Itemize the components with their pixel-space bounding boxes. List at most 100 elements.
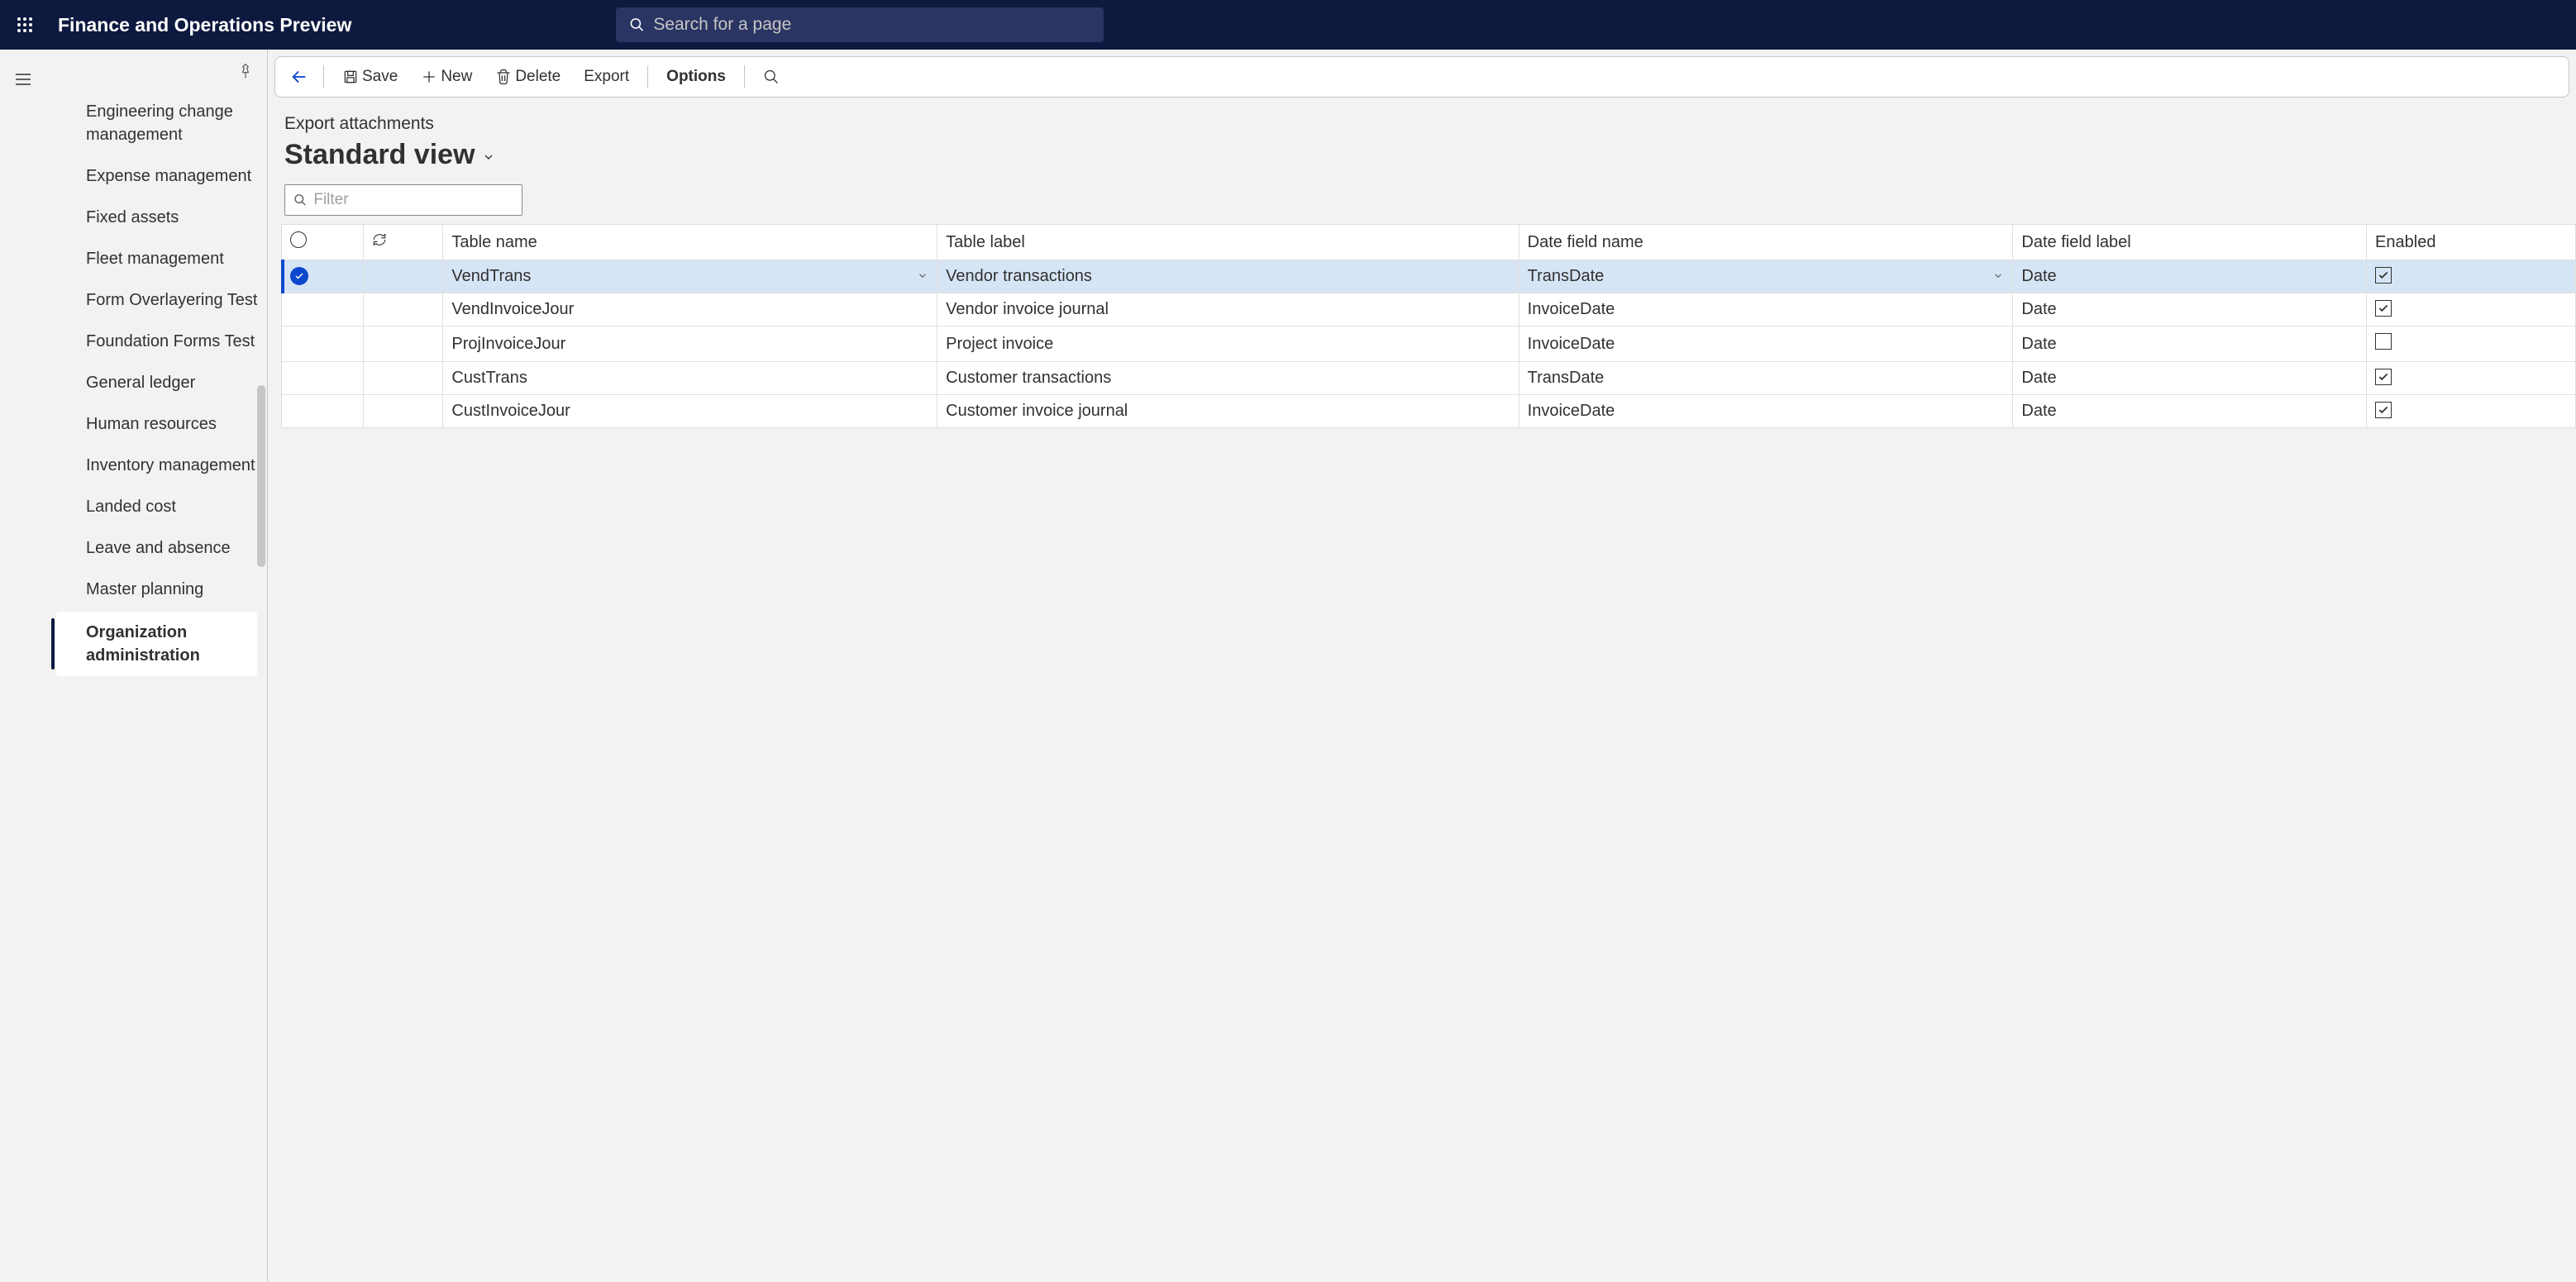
row-refresh-cell[interactable] bbox=[363, 362, 443, 395]
delete-button[interactable]: Delete bbox=[487, 63, 569, 91]
app-title: Finance and Operations Preview bbox=[58, 14, 351, 36]
data-grid[interactable]: Table name Table label Date field name D… bbox=[281, 224, 2576, 428]
export-label: Export bbox=[584, 68, 629, 86]
checkbox[interactable] bbox=[2375, 300, 2392, 317]
save-button[interactable]: Save bbox=[334, 63, 406, 91]
content-area: Save New Delete Export Options bbox=[268, 50, 2576, 1282]
cell-table-label[interactable]: Vendor transactions bbox=[937, 260, 1519, 293]
global-search-input[interactable] bbox=[653, 15, 1090, 35]
cell-date-field-label[interactable]: Date bbox=[2013, 362, 2367, 395]
hamburger-icon[interactable] bbox=[10, 66, 36, 93]
refresh-column-header[interactable] bbox=[363, 225, 443, 260]
export-button[interactable]: Export bbox=[575, 63, 637, 91]
cell-date-field-label[interactable]: Date bbox=[2013, 260, 2367, 293]
module-item[interactable]: Landed cost bbox=[46, 486, 267, 527]
cell-enabled[interactable] bbox=[2367, 326, 2576, 362]
global-search[interactable] bbox=[616, 7, 1104, 42]
checkbox[interactable] bbox=[2375, 267, 2392, 284]
cell-date-field-name[interactable]: InvoiceDate bbox=[1519, 293, 2013, 326]
cell-enabled[interactable] bbox=[2367, 260, 2576, 293]
chevron-down-icon[interactable] bbox=[1992, 267, 2004, 286]
cell-enabled[interactable] bbox=[2367, 395, 2576, 428]
cell-date-field-label[interactable]: Date bbox=[2013, 293, 2367, 326]
cell-date-field-name[interactable]: TransDate bbox=[1519, 362, 2013, 395]
table-row[interactable]: CustInvoiceJourCustomer invoice journalI… bbox=[282, 395, 2576, 428]
row-selector[interactable] bbox=[282, 362, 364, 395]
module-item[interactable]: Engineering change management bbox=[46, 91, 267, 155]
action-pane: Save New Delete Export Options bbox=[274, 56, 2569, 98]
module-item[interactable]: Organization administration bbox=[56, 612, 257, 676]
cell-table-name[interactable]: CustInvoiceJour bbox=[443, 395, 937, 428]
cell-date-field-name[interactable]: InvoiceDate bbox=[1519, 326, 2013, 362]
app-launcher-icon[interactable] bbox=[8, 8, 41, 41]
column-date-field-label[interactable]: Date field label bbox=[2013, 225, 2367, 260]
table-row[interactable]: CustTransCustomer transactionsTransDateD… bbox=[282, 362, 2576, 395]
column-table-label[interactable]: Table label bbox=[937, 225, 1519, 260]
table-row[interactable]: ProjInvoiceJourProject invoiceInvoiceDat… bbox=[282, 326, 2576, 362]
view-selector[interactable]: Standard view bbox=[284, 139, 2559, 171]
grid-header-row: Table name Table label Date field name D… bbox=[282, 225, 2576, 260]
cell-date-field-label[interactable]: Date bbox=[2013, 395, 2367, 428]
options-button[interactable]: Options bbox=[658, 63, 734, 91]
row-selector[interactable] bbox=[282, 326, 364, 362]
cell-table-name[interactable]: ProjInvoiceJour bbox=[443, 326, 937, 362]
column-enabled[interactable]: Enabled bbox=[2367, 225, 2576, 260]
cell-table-name[interactable]: CustTrans bbox=[443, 362, 937, 395]
refresh-icon bbox=[372, 232, 387, 247]
column-table-name[interactable]: Table name bbox=[443, 225, 937, 260]
cell-date-field-name[interactable]: InvoiceDate bbox=[1519, 395, 2013, 428]
module-item[interactable]: Human resources bbox=[46, 403, 267, 445]
cell-date-field-name[interactable]: TransDate bbox=[1519, 260, 2013, 293]
page-caption: Export attachments bbox=[284, 114, 2559, 134]
module-item[interactable]: Form Overlayering Test bbox=[46, 279, 267, 321]
new-button[interactable]: New bbox=[413, 63, 480, 91]
column-date-field-name[interactable]: Date field name bbox=[1519, 225, 2013, 260]
pin-icon[interactable] bbox=[237, 63, 254, 83]
table-row[interactable]: VendInvoiceJourVendor invoice journalInv… bbox=[282, 293, 2576, 326]
cell-date-field-label[interactable]: Date bbox=[2013, 326, 2367, 362]
search-icon bbox=[629, 17, 645, 33]
quick-filter[interactable] bbox=[284, 184, 522, 216]
cell-enabled[interactable] bbox=[2367, 362, 2576, 395]
cell-table-label[interactable]: Project invoice bbox=[937, 326, 1519, 362]
search-icon bbox=[293, 193, 307, 207]
row-refresh-cell[interactable] bbox=[363, 395, 443, 428]
row-refresh-cell[interactable] bbox=[363, 326, 443, 362]
row-refresh-cell[interactable] bbox=[363, 293, 443, 326]
options-label: Options bbox=[666, 68, 726, 86]
module-sidebar: Engineering change managementExpense man… bbox=[46, 50, 268, 1282]
cell-table-label[interactable]: Customer invoice journal bbox=[937, 395, 1519, 428]
checkbox[interactable] bbox=[2375, 402, 2392, 418]
view-title-text: Standard view bbox=[284, 139, 475, 171]
select-all-header[interactable] bbox=[282, 225, 364, 260]
cell-table-label[interactable]: Customer transactions bbox=[937, 362, 1519, 395]
row-selector[interactable] bbox=[282, 395, 364, 428]
find-button[interactable] bbox=[755, 64, 788, 90]
checkbox[interactable] bbox=[2375, 369, 2392, 385]
module-item[interactable]: Foundation Forms Test bbox=[46, 321, 267, 362]
sidebar-scrollbar[interactable] bbox=[257, 385, 265, 567]
cell-table-name[interactable]: VendTrans bbox=[443, 260, 937, 293]
row-selector[interactable] bbox=[282, 293, 364, 326]
nav-rail bbox=[0, 50, 46, 1282]
divider bbox=[647, 65, 648, 88]
checkbox[interactable] bbox=[2375, 333, 2392, 350]
back-button[interactable] bbox=[285, 63, 313, 91]
row-selector[interactable] bbox=[282, 260, 364, 293]
cell-enabled[interactable] bbox=[2367, 293, 2576, 326]
module-item[interactable]: Expense management bbox=[46, 155, 267, 197]
cell-table-name[interactable]: VendInvoiceJour bbox=[443, 293, 937, 326]
module-item[interactable]: Leave and absence bbox=[46, 527, 267, 569]
cell-table-label[interactable]: Vendor invoice journal bbox=[937, 293, 1519, 326]
chevron-down-icon[interactable] bbox=[917, 267, 928, 286]
module-item[interactable]: Master planning bbox=[46, 569, 267, 610]
plus-icon bbox=[421, 69, 437, 85]
filter-input[interactable] bbox=[313, 191, 513, 209]
row-refresh-cell[interactable] bbox=[363, 260, 443, 293]
module-item[interactable]: Inventory management bbox=[46, 445, 267, 486]
module-item[interactable]: Fixed assets bbox=[46, 197, 267, 238]
table-row[interactable]: VendTransVendor transactionsTransDateDat… bbox=[282, 260, 2576, 293]
module-item[interactable]: General ledger bbox=[46, 362, 267, 403]
divider bbox=[744, 65, 745, 88]
module-item[interactable]: Fleet management bbox=[46, 238, 267, 279]
